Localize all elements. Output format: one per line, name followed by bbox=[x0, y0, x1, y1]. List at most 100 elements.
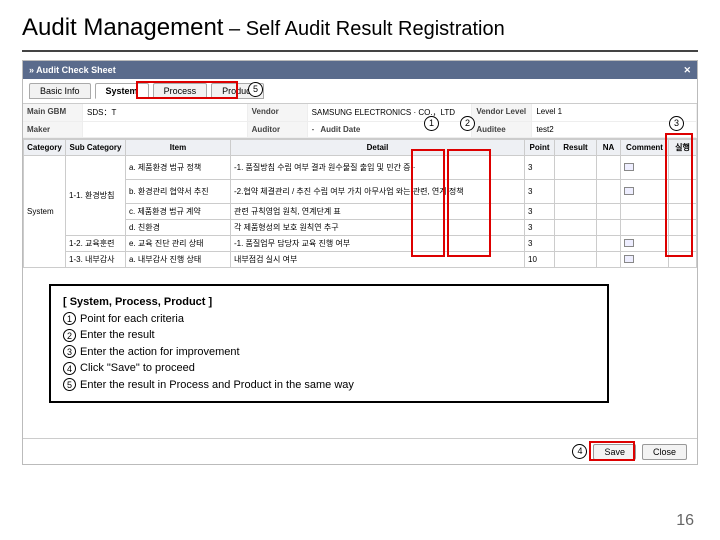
th-na: NA bbox=[597, 140, 621, 156]
close-button[interactable]: Close bbox=[642, 444, 687, 460]
instruction-line: 2Enter the result bbox=[63, 327, 595, 344]
th-result: Result bbox=[555, 140, 597, 156]
cell-sub: 1-1. 환경방침 bbox=[66, 156, 126, 236]
cell-point: 3 bbox=[525, 236, 555, 252]
cell-comment[interactable] bbox=[621, 236, 669, 252]
slide-title-sub: – Self Audit Result Registration bbox=[223, 18, 504, 40]
table-row: 1-3. 내부감사 a. 내부감사 진행 상태 내부점검 실시 여부 10 bbox=[24, 252, 697, 268]
cell-action[interactable] bbox=[669, 236, 697, 252]
table-body: System 1-1. 환경방침 a. 제품환경 법규 정책 -1. 품질방침 … bbox=[24, 156, 697, 268]
page-number: 16 bbox=[676, 512, 694, 530]
cell-point: 3 bbox=[525, 180, 555, 204]
cell-result[interactable] bbox=[555, 252, 597, 268]
cell-result[interactable] bbox=[555, 156, 597, 180]
cell-na[interactable] bbox=[597, 236, 621, 252]
instruction-line: 5Enter the result in Process and Product… bbox=[63, 377, 595, 394]
comment-icon[interactable] bbox=[624, 187, 634, 195]
cell-result[interactable] bbox=[555, 204, 597, 220]
label-audit-date: Audit Date bbox=[320, 125, 360, 134]
cell-comment[interactable] bbox=[621, 204, 669, 220]
comment-icon[interactable] bbox=[624, 239, 634, 247]
cell-result[interactable] bbox=[555, 236, 597, 252]
cell-item: b. 환경관리 협약서 추진 bbox=[126, 180, 231, 204]
cell-action[interactable] bbox=[669, 252, 697, 268]
table-row: System 1-1. 환경방침 a. 제품환경 법규 정책 -1. 품질방침 … bbox=[24, 156, 697, 180]
callout-3: 3 bbox=[669, 116, 684, 131]
cell-na[interactable] bbox=[597, 204, 621, 220]
close-icon[interactable]: ✕ bbox=[683, 61, 691, 79]
cell-item: c. 제품환경 법규 계약 bbox=[126, 204, 231, 220]
table-row: 1-2. 교육훈련 e. 교육 진단 관리 상태 -1. 품질업무 담당자 교육… bbox=[24, 236, 697, 252]
label-auditee: Auditee bbox=[472, 122, 532, 138]
instruction-line: 4Click "Save" to proceed bbox=[63, 360, 595, 377]
cell-action[interactable] bbox=[669, 180, 697, 204]
cell-comment[interactable] bbox=[621, 180, 669, 204]
th-point: Point bbox=[525, 140, 555, 156]
cell-detail: 관련 규칙영업 원칙, 연계단계 표 bbox=[231, 204, 525, 220]
tab-basic-info[interactable]: Basic Info bbox=[29, 83, 91, 99]
cell-na[interactable] bbox=[597, 252, 621, 268]
cell-action[interactable] bbox=[669, 156, 697, 180]
th-detail: Detail bbox=[231, 140, 525, 156]
th-sub-category: Sub Category bbox=[66, 140, 126, 156]
cell-na[interactable] bbox=[597, 220, 621, 236]
cell-na[interactable] bbox=[597, 156, 621, 180]
slide-title: Audit Management – Self Audit Result Reg… bbox=[0, 0, 720, 48]
tab-process[interactable]: Process bbox=[153, 83, 208, 99]
title-rule bbox=[22, 50, 698, 52]
th-category: Category bbox=[24, 140, 66, 156]
cell-point: 3 bbox=[525, 156, 555, 180]
bottom-bar: 4 Save Close bbox=[23, 438, 697, 464]
cell-comment[interactable] bbox=[621, 156, 669, 180]
tab-row: Basic Info System Process Product 5 bbox=[23, 79, 697, 104]
cell-item: e. 교육 진단 관리 상태 bbox=[126, 236, 231, 252]
app-frame: » Audit Check Sheet ✕ Basic Info System … bbox=[22, 60, 698, 465]
cell-detail: 내부점검 실시 여부 bbox=[231, 252, 525, 268]
label-main-gbm: Main GBM bbox=[23, 104, 83, 122]
cell-point: 3 bbox=[525, 204, 555, 220]
comment-icon[interactable] bbox=[624, 255, 634, 263]
th-item: Item bbox=[126, 140, 231, 156]
cell-detail: -1. 품질업무 담당자 교육 진행 여부 bbox=[231, 236, 525, 252]
value-main-gbm: SDS：T bbox=[83, 104, 248, 122]
cell-detail: -2.협약 체결관리 / 추진 수립 여부 가치 아무사업 와는 관련, 연계 … bbox=[231, 180, 525, 204]
value-maker bbox=[83, 122, 248, 138]
slide-title-main: Audit Management bbox=[22, 14, 223, 41]
tab-system[interactable]: System bbox=[95, 83, 149, 99]
label-vendor: Vendor bbox=[248, 104, 308, 122]
th-comment: Comment bbox=[621, 140, 669, 156]
window-header: » Audit Check Sheet ✕ bbox=[23, 61, 697, 79]
table-header-row: Category Sub Category Item Detail Point … bbox=[24, 140, 697, 156]
cell-comment[interactable] bbox=[621, 220, 669, 236]
cell-sub: 1-2. 교육훈련 bbox=[66, 236, 126, 252]
value-vendor: SAMSUNG ELECTRONICS · CO.，LTD bbox=[308, 104, 473, 122]
instruction-line: 3Enter the action for improvement bbox=[63, 344, 595, 361]
cell-comment[interactable] bbox=[621, 252, 669, 268]
callout-1: 1 bbox=[424, 116, 439, 131]
label-maker: Maker bbox=[23, 122, 83, 138]
cell-item: a. 내부감사 진행 상태 bbox=[126, 252, 231, 268]
cell-sub: 1-3. 내부감사 bbox=[66, 252, 126, 268]
callout-4: 4 bbox=[572, 444, 587, 459]
comment-icon[interactable] bbox=[624, 163, 634, 171]
cell-detail: -1. 품질방침 수립 여부 결과 원수물질 출입 및 민간 증 · bbox=[231, 156, 525, 180]
callout-2: 2 bbox=[460, 116, 475, 131]
instruction-line: 1Point for each criteria bbox=[63, 311, 595, 328]
cell-na[interactable] bbox=[597, 180, 621, 204]
callout-5: 5 bbox=[248, 82, 263, 97]
label-vendor-level: Vendor Level bbox=[472, 104, 532, 122]
window-title: » Audit Check Sheet bbox=[29, 61, 116, 79]
value-auditor: - bbox=[312, 125, 315, 134]
cell-detail: 각 제품형성의 보호 원칙연 추구 bbox=[231, 220, 525, 236]
cell-point: 10 bbox=[525, 252, 555, 268]
cell-action[interactable] bbox=[669, 204, 697, 220]
audit-table: Category Sub Category Item Detail Point … bbox=[23, 139, 697, 268]
cell-category: System bbox=[24, 156, 66, 268]
cell-item: d. 친환경 bbox=[126, 220, 231, 236]
save-button[interactable]: Save bbox=[593, 444, 636, 460]
instruction-box: [ System, Process, Product ] 1Point for … bbox=[49, 284, 609, 403]
cell-result[interactable] bbox=[555, 180, 597, 204]
th-action: 실행 bbox=[669, 140, 697, 156]
cell-action[interactable] bbox=[669, 220, 697, 236]
cell-result[interactable] bbox=[555, 220, 597, 236]
